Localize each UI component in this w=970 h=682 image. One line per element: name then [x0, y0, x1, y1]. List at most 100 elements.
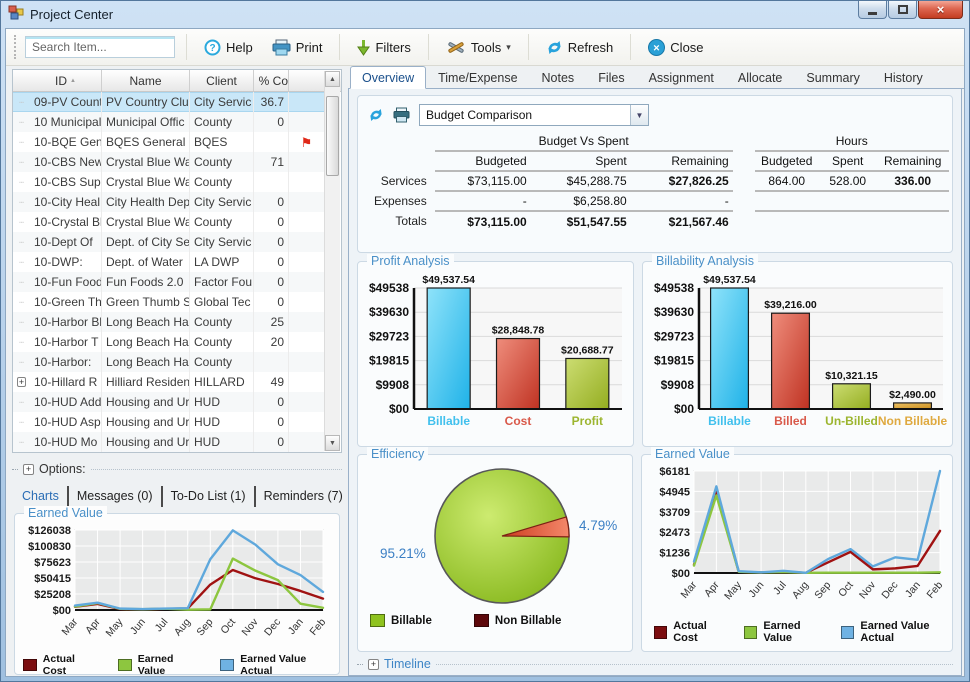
tab-history[interactable]: History [872, 66, 935, 89]
table-row[interactable]: ┄10-City HealCity Health DepCity Servic0 [13, 192, 324, 212]
detail-tab-strip: OverviewTime/ExpenseNotesFilesAssignment… [348, 67, 964, 89]
cell-percent-complete: 0 [254, 112, 289, 132]
timeline-expand-icon[interactable]: + [368, 659, 379, 670]
tab-allocate[interactable]: Allocate [726, 66, 794, 89]
table-row[interactable]: ┄10-CBS SupCrystal Blue WaCounty [13, 172, 324, 192]
cell-percent-complete: 0 [254, 392, 289, 412]
tools-button[interactable]: Tools ▾ [440, 35, 517, 60]
table-row[interactable]: ┄10-HUD AspHousing and UrHUD0 [13, 412, 324, 432]
efficiency-groupbox: Efficiency 95.21%4.79% BillableNon Billa… [357, 454, 633, 652]
report-select-value: Budget Comparison [420, 108, 630, 122]
legend-swatch [654, 626, 667, 639]
flag-icon: ⚑ [301, 136, 313, 149]
table-row[interactable]: ┄10-Harbor TLong Beach HarCounty20 [13, 332, 324, 352]
table-row[interactable]: ┄10-HUD MoHousing and UrHUD0 [13, 432, 324, 452]
table-row[interactable]: ┄10-DWP:Dept. of WaterLA DWP0 [13, 252, 324, 272]
column-header-name[interactable]: Name [102, 70, 190, 91]
chart-legend: Actual CostEarned ValueEarned Value Actu… [642, 618, 952, 644]
column-header-id[interactable]: ID▲ [30, 70, 102, 91]
search-input[interactable] [25, 36, 175, 58]
earned-value-left-svg: $00$25208$50415$75623$100830$126038MarAp… [21, 524, 331, 646]
app-icon [8, 4, 24, 25]
bottom-tab-strip: ChartsMessages (0)To-Do List (1)Reminder… [14, 485, 342, 507]
table-row[interactable]: +10-Hillard RHilliard ResidenHILLARD49 [13, 372, 324, 392]
select-arrow-icon[interactable]: ▼ [630, 105, 648, 125]
svg-text:Non Billable: Non Billable [878, 414, 947, 428]
row-label: Expenses [370, 191, 435, 211]
svg-text:$00: $00 [672, 568, 690, 580]
table-row[interactable]: ┄10-Fun FoodFun Foods 2.0Factor Fou0 [13, 272, 324, 292]
table-row[interactable]: ┄10-Harbor:Long Beach HarCounty [13, 352, 324, 372]
filters-button[interactable]: Filters [351, 35, 416, 60]
table-row[interactable]: ┄10-Harbor BlLong Beach HarCounty25 [13, 312, 324, 332]
cell-flag [289, 372, 324, 392]
column-header-co[interactable]: % Co [254, 70, 289, 91]
cell-percent-complete: 0 [254, 292, 289, 312]
tab-charts[interactable]: Charts [14, 486, 69, 507]
scroll-thumb[interactable] [326, 96, 339, 176]
legend-item: Earned Value [118, 653, 202, 677]
svg-text:Sep: Sep [812, 579, 833, 601]
minimize-button[interactable] [858, 1, 887, 19]
tree-connector: ┄ [13, 412, 30, 432]
options-expand-icon[interactable]: + [23, 464, 34, 475]
svg-text:$19815: $19815 [369, 354, 409, 368]
close-button[interactable]: × Close [642, 35, 709, 60]
toolbar-grip[interactable] [14, 35, 16, 59]
tab-to-do[interactable]: To-Do List (1) [163, 486, 256, 507]
table-row[interactable]: ┄10-CBS NewCrystal Blue WaCounty71 [13, 152, 324, 172]
svg-text:$6181: $6181 [659, 466, 690, 478]
legend-item: Actual Cost [654, 620, 726, 644]
close-window-button[interactable]: × [918, 1, 963, 19]
scroll-up-button[interactable]: ▲ [325, 71, 340, 87]
refresh-button[interactable]: Refresh [540, 35, 620, 60]
table-row[interactable]: ┄10-HUD AddHousing and UrHUD0 [13, 392, 324, 412]
chart-legend: Actual CostEarned ValueEarned Value Actu… [15, 651, 339, 677]
tab-overview[interactable]: Overview [350, 66, 426, 89]
table-row[interactable]: ┄09-PV CountPV Country CluCity Servic36.… [13, 92, 324, 112]
svg-text:Oct: Oct [836, 579, 856, 599]
detail-panel: OverviewTime/ExpenseNotesFilesAssignment… [348, 67, 964, 676]
cell-flag [289, 272, 324, 292]
print-button[interactable]: Print [266, 35, 329, 60]
overview-tab-content: Budget Comparison ▼ Budget Vs Spent Hour… [348, 89, 962, 676]
svg-text:4.79%: 4.79% [579, 518, 617, 533]
tab-reminders[interactable]: Reminders (7) [256, 486, 353, 507]
tab-assignment[interactable]: Assignment [637, 66, 726, 89]
budget-group-title: Budget Vs Spent [435, 131, 733, 151]
tree-connector: ┄ [13, 212, 30, 232]
tab-timeexpense[interactable]: Time/Expense [426, 66, 529, 89]
maximize-button[interactable] [888, 1, 917, 19]
print-report-icon[interactable] [393, 107, 410, 123]
table-row[interactable]: ┄10-Crystal BlCrystal Blue WaCounty0 [13, 212, 324, 232]
cell-client: County [190, 212, 254, 232]
svg-text:$39,216.00: $39,216.00 [764, 299, 817, 311]
refresh-report-icon[interactable] [368, 107, 384, 123]
table-row[interactable]: ┄10 MunicipalMunicipal OfficCounty0 [13, 112, 324, 132]
svg-text:Cost: Cost [505, 414, 532, 428]
cell-client: City Servic [190, 92, 254, 112]
cell-flag [289, 172, 324, 192]
grid-header: ID▲NameClient% Co [13, 70, 341, 92]
tab-summary[interactable]: Summary [794, 66, 871, 89]
table-row[interactable]: ┄10-BQE GenBQES GeneralBQES⚑ [13, 132, 324, 152]
tab-notes[interactable]: Notes [530, 66, 587, 89]
scroll-down-button[interactable]: ▼ [325, 435, 340, 451]
tree-connector: ┄ [13, 332, 30, 352]
table-row[interactable]: ┄10-Green ThGreen Thumb SGlobal Tec0 [13, 292, 324, 312]
column-header-client[interactable]: Client [190, 70, 254, 91]
tab-files[interactable]: Files [586, 66, 636, 89]
svg-text:Billable: Billable [708, 414, 751, 428]
svg-text:$25208: $25208 [34, 589, 71, 601]
report-select[interactable]: Budget Comparison ▼ [419, 104, 649, 126]
svg-text:Billable: Billable [427, 414, 470, 428]
grid-scrollbar[interactable]: ▲ ▼ [324, 71, 340, 451]
cell-id: 10-Harbor T [30, 332, 102, 352]
tab-messages[interactable]: Messages (0) [69, 486, 163, 507]
cell-flag: ⚑ [289, 132, 324, 152]
cell-percent-complete: 71 [254, 152, 289, 172]
cell-percent-complete: 0 [254, 232, 289, 252]
expand-icon[interactable]: + [17, 377, 26, 387]
help-button[interactable]: ? Help [198, 35, 259, 60]
table-row[interactable]: ┄10-Dept OfDept. of City SeCity Servic0 [13, 232, 324, 252]
